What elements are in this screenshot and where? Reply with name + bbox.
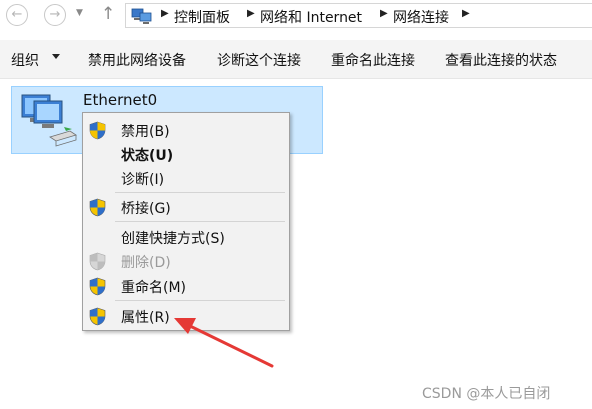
watermark: CSDN @本人已自闭 [422, 386, 551, 402]
annotation-arrow-icon [174, 318, 274, 368]
